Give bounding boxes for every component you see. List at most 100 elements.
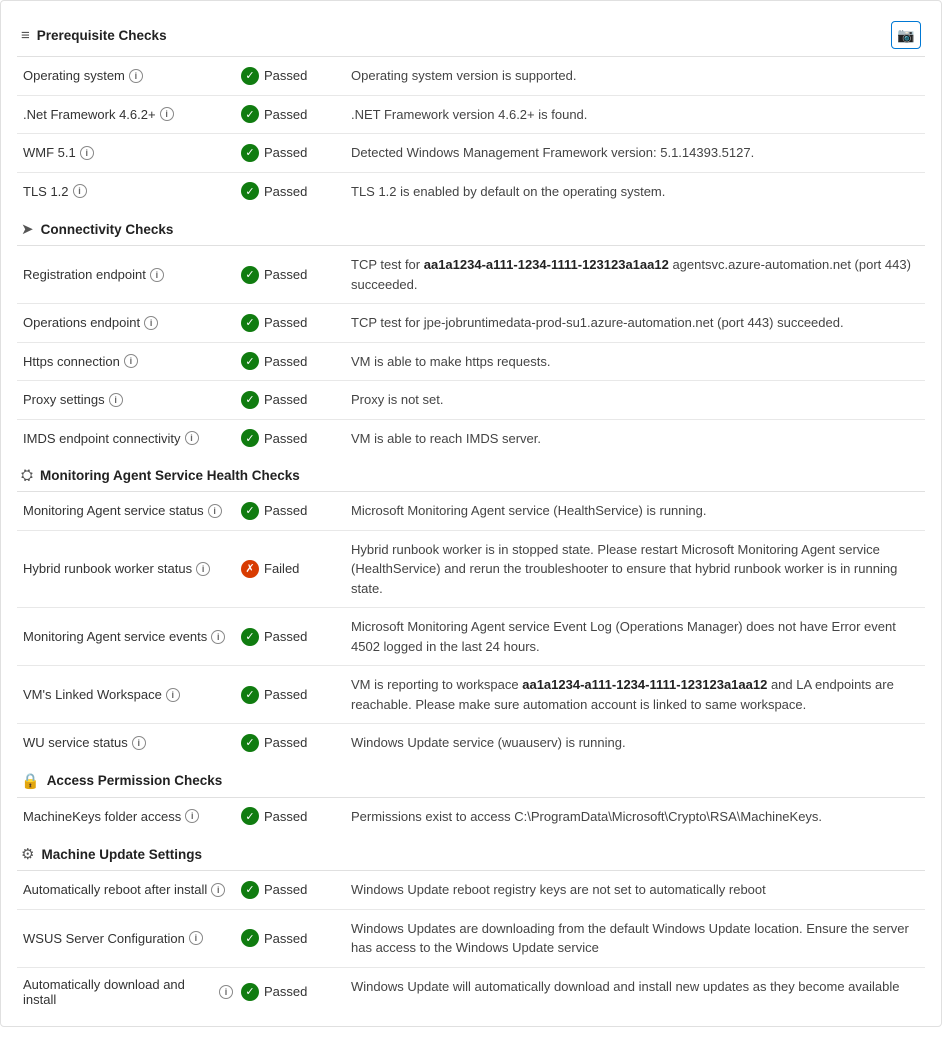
info-icon[interactable]: i	[150, 268, 164, 282]
status-label: Passed	[264, 503, 307, 518]
info-icon[interactable]: i	[129, 69, 143, 83]
section-header-connectivity-checks: ➤ Connectivity Checks	[17, 210, 925, 246]
check-name: MachineKeys folder access	[23, 809, 181, 824]
passed-icon: ✓	[241, 391, 259, 409]
section-header-monitoring-agent-checks: ⛭ Monitoring Agent Service Health Checks	[17, 457, 925, 492]
check-description: Proxy is not set.	[347, 381, 925, 420]
info-icon[interactable]: i	[109, 393, 123, 407]
section-title: Monitoring Agent Service Health Checks	[40, 468, 300, 483]
check-name: IMDS endpoint connectivity	[23, 431, 181, 446]
failed-icon: ✗	[241, 560, 259, 578]
section-title: Prerequisite Checks	[37, 28, 167, 43]
passed-icon: ✓	[241, 686, 259, 704]
table-row: TLS 1.2i✓PassedTLS 1.2 is enabled by def…	[17, 172, 925, 210]
passed-icon: ✓	[241, 266, 259, 284]
table-row: Monitoring Agent service eventsi✓PassedM…	[17, 608, 925, 666]
status-label: Passed	[264, 809, 307, 824]
info-icon[interactable]: i	[189, 931, 203, 945]
info-icon[interactable]: i	[166, 688, 180, 702]
passed-icon: ✓	[241, 734, 259, 752]
table-row: Proxy settings i ✓ Passed Proxy is not set.	[17, 381, 925, 420]
check-name: WMF 5.1	[23, 145, 76, 160]
passed-icon: ✓	[241, 429, 259, 447]
status-badge: ✓Passed	[241, 628, 343, 646]
table-row: Monitoring Agent service statusi✓PassedM…	[17, 492, 925, 530]
table-row: Hybrid runbook worker statusi✗FailedHybr…	[17, 530, 925, 608]
info-icon[interactable]: i	[185, 809, 199, 823]
check-description: VM is able to make https requests.	[347, 342, 925, 381]
status-badge: ✓Passed	[241, 429, 343, 447]
status-label: Passed	[264, 68, 307, 83]
status-label: Failed	[264, 561, 299, 576]
section-icon-connectivity: ➤	[21, 220, 34, 238]
passed-icon: ✓	[241, 67, 259, 85]
info-icon[interactable]: i	[219, 985, 233, 999]
status-badge: ✓Passed	[241, 105, 343, 123]
status-label: Passed	[264, 931, 307, 946]
info-icon[interactable]: i	[211, 630, 225, 644]
status-label: Passed	[264, 735, 307, 750]
status-label: Passed	[264, 354, 307, 369]
status-label: Passed	[264, 392, 307, 407]
section-title: Machine Update Settings	[41, 847, 202, 862]
passed-icon: ✓	[241, 881, 259, 899]
status-badge: ✓ Passed	[241, 67, 343, 85]
check-name: Proxy settings	[23, 392, 105, 407]
info-icon[interactable]: i	[211, 883, 225, 897]
check-name: Automatically reboot after install	[23, 882, 207, 897]
info-icon[interactable]: i	[160, 107, 174, 121]
info-icon[interactable]: i	[73, 184, 87, 198]
check-name: VM's Linked Workspace	[23, 687, 162, 702]
check-name: .Net Framework 4.6.2+	[23, 107, 156, 122]
status-badge: ✓Passed	[241, 266, 343, 284]
section-icon-lock: 🔒	[21, 772, 40, 790]
check-name: Operating system	[23, 68, 125, 83]
check-description: Operating system version is supported.	[347, 57, 925, 95]
section-icon-list: ≡	[21, 27, 30, 44]
info-icon[interactable]: i	[196, 562, 210, 576]
check-description: VM is reporting to workspace aa1a1234-a1…	[347, 666, 925, 724]
passed-icon: ✓	[241, 502, 259, 520]
check-name: Https connection	[23, 354, 120, 369]
status-label: Passed	[264, 145, 307, 160]
section-header-prerequisite-checks: ≡ Prerequisite Checks 📷	[17, 11, 925, 57]
checks-table-prerequisite-checks: Operating system i ✓ Passed Operating system…	[17, 57, 925, 210]
status-label: Passed	[264, 107, 307, 122]
status-label: Passed	[264, 984, 307, 999]
section-icon-monitoring: ⛭	[21, 467, 33, 484]
passed-icon: ✓	[241, 807, 259, 825]
status-badge: ✓ Passed	[241, 314, 343, 332]
check-description: Microsoft Monitoring Agent service Event…	[347, 608, 925, 666]
check-description: TLS 1.2 is enabled by default on the ope…	[347, 172, 925, 210]
table-row: .Net Framework 4.6.2+i✓Passed.NET Framew…	[17, 95, 925, 134]
camera-button[interactable]: 📷	[891, 21, 921, 49]
check-description: Microsoft Monitoring Agent service (Heal…	[347, 492, 925, 530]
table-row: Operating system i ✓ Passed Operating system…	[17, 57, 925, 95]
main-container: ≡Prerequisite Checks📷Operating systemi✓P…	[0, 0, 942, 1027]
passed-icon: ✓	[241, 314, 259, 332]
passed-icon: ✓	[241, 929, 259, 947]
check-name: WSUS Server Configuration	[23, 931, 185, 946]
table-row: Automatically reboot after install i ✓Pass…	[17, 871, 925, 909]
section-title: Connectivity Checks	[41, 222, 174, 237]
info-icon[interactable]: i	[80, 146, 94, 160]
status-badge: ✓ Passed	[241, 983, 343, 1001]
info-icon[interactable]: i	[185, 431, 199, 445]
table-row: VM's Linked Workspacei✓PassedVM is repor…	[17, 666, 925, 724]
status-label: Passed	[264, 315, 307, 330]
check-description: Windows Update service (wuauserv) is run…	[347, 724, 925, 762]
table-row: Automatically download and install i ✓ Pass…	[17, 967, 925, 1016]
info-icon[interactable]: i	[132, 736, 146, 750]
table-row: WSUS Server Configurationi✓PassedWindows…	[17, 909, 925, 967]
passed-icon: ✓	[241, 983, 259, 1001]
table-row: Operations endpointi✓PassedTCP test for …	[17, 304, 925, 343]
status-badge: ✓Passed	[241, 881, 343, 899]
check-description: Windows Update will automatically downlo…	[347, 967, 925, 1016]
info-icon[interactable]: i	[208, 504, 222, 518]
section-icon-gear: ⚙	[21, 845, 34, 863]
info-icon[interactable]: i	[124, 354, 138, 368]
check-description: VM is able to reach IMDS server.	[347, 419, 925, 457]
check-name: Automatically download and install	[23, 977, 215, 1007]
check-description: Permissions exist to access C:\ProgramDa…	[347, 798, 925, 836]
info-icon[interactable]: i	[144, 316, 158, 330]
